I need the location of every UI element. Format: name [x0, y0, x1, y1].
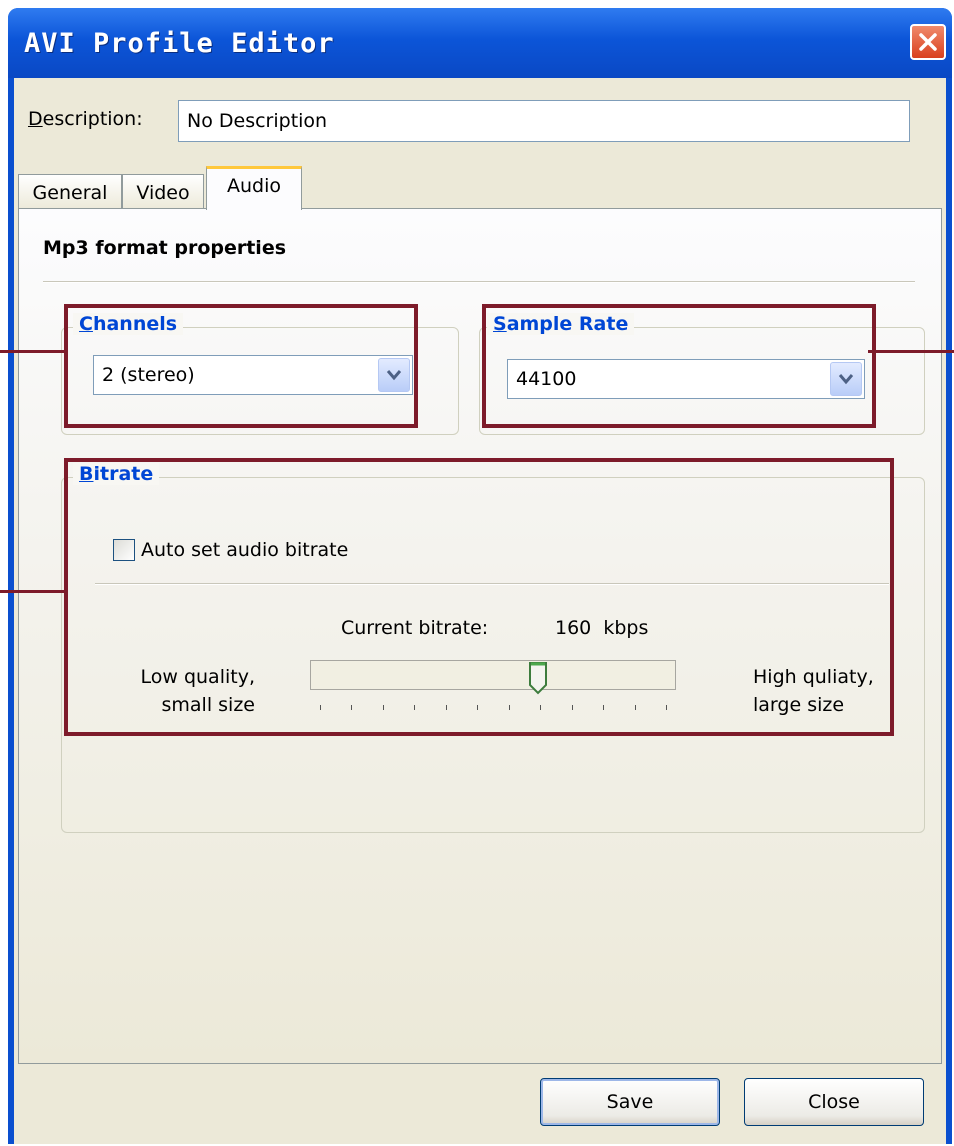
sample-rate-highlight-box — [482, 304, 876, 428]
tab-audio[interactable]: Audio — [206, 166, 302, 210]
channels-callout-line — [0, 350, 64, 353]
tab-general[interactable]: General — [18, 174, 122, 210]
slider-tick — [445, 705, 447, 710]
section-title: Mp3 format properties — [43, 237, 287, 259]
slider-tick — [414, 705, 416, 710]
slider-tick — [320, 705, 321, 710]
profile-editor-window: AVI Profile Editor Description: General … — [8, 8, 952, 1144]
channels-highlight-box — [64, 304, 418, 428]
section-divider — [43, 281, 915, 283]
slider-tick — [351, 705, 353, 710]
slider-tick — [666, 705, 667, 710]
slider-tick — [540, 705, 542, 710]
dialog-body: Description: General Video Audio Mp3 for… — [14, 78, 946, 1144]
slider-tick — [508, 705, 510, 710]
sample-rate-callout-line — [868, 350, 954, 353]
close-window-button[interactable] — [910, 24, 946, 60]
window-title: AVI Profile Editor — [24, 28, 335, 59]
description-input[interactable] — [178, 100, 910, 142]
bitrate-callout-line — [0, 590, 64, 593]
slider-tick — [382, 705, 384, 710]
slider-tick — [571, 705, 573, 710]
slider-tick — [477, 705, 479, 710]
close-button[interactable]: Close — [744, 1078, 924, 1126]
save-button[interactable]: Save — [540, 1078, 720, 1126]
title-bar[interactable]: AVI Profile Editor — [8, 8, 952, 78]
description-label: Description: — [28, 108, 143, 130]
slider-tick — [634, 705, 636, 710]
close-icon — [919, 33, 937, 51]
tab-video[interactable]: Video — [122, 174, 204, 210]
slider-tick — [603, 705, 605, 710]
button-bar: Save Close — [14, 1068, 946, 1144]
bitrate-highlight-box — [64, 458, 894, 736]
